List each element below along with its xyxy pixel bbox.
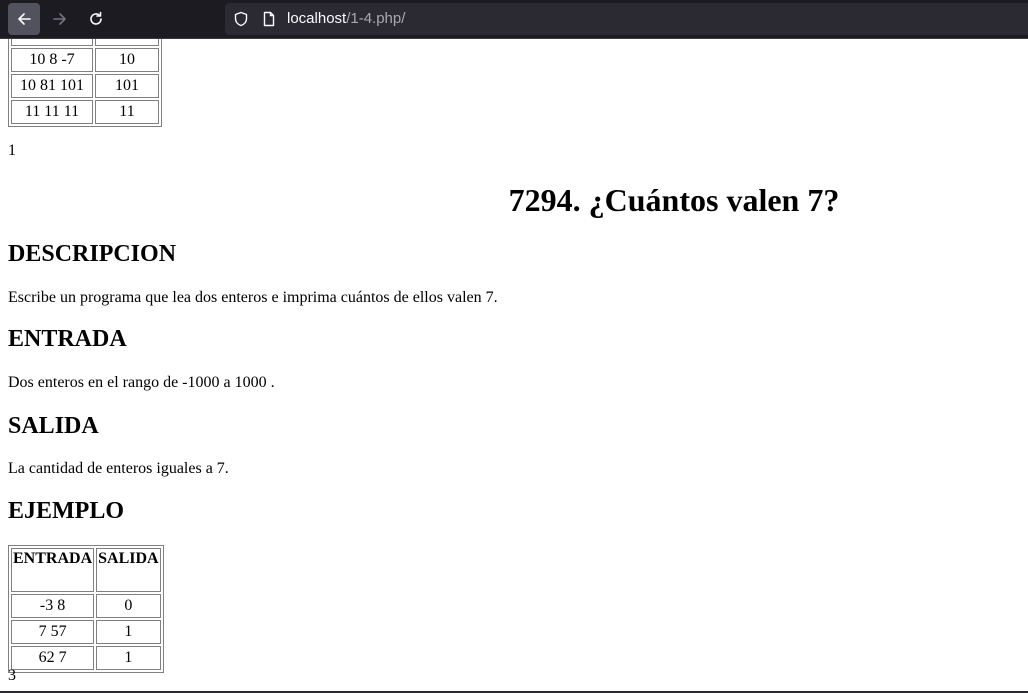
table-row (11, 39, 159, 46)
table-cell (95, 39, 159, 46)
table-cell: 10 (95, 48, 159, 72)
table-row: -3 8 0 (11, 594, 161, 618)
reload-button[interactable] (80, 3, 112, 35)
table-cell: 0 (96, 594, 161, 618)
salida-text: La cantidad de enteros iguales a 7. (8, 460, 229, 477)
reload-icon (90, 11, 102, 25)
forward-button[interactable] (44, 3, 76, 35)
table-cell: 1 (96, 620, 161, 644)
table-row: 10 8 -7 10 (11, 48, 159, 72)
previous-example-table: 10 8 -7 10 10 81 101 101 11 11 11 11 (8, 39, 162, 127)
descripcion-text: Escribe un programa que lea dos enteros … (8, 289, 498, 306)
column-header-salida: SALIDA (96, 548, 161, 592)
table-cell: 101 (95, 74, 159, 98)
table-cell: 10 81 101 (11, 74, 93, 98)
table-row: 10 81 101 101 (11, 74, 159, 98)
table-cell: 11 (95, 100, 159, 124)
descripcion-heading: DESCRIPCION (8, 241, 177, 267)
page-icon (261, 11, 277, 31)
entrada-text: Dos enteros en el rango de -1000 a 1000 … (8, 374, 275, 391)
url-path: /1-4.php/ (346, 10, 406, 27)
example-count: 3 (8, 667, 16, 684)
arrow-right-icon (53, 13, 66, 25)
table-cell (11, 39, 93, 46)
page-title: 7294. ¿Cuántos valen 7? (508, 182, 840, 218)
table-cell: 1 (96, 646, 161, 670)
table-row: 11 11 11 11 (11, 100, 159, 124)
shield-icon[interactable] (233, 11, 249, 31)
table-cell: -3 8 (11, 594, 95, 618)
page-content: 10 8 -7 10 10 81 101 101 11 11 11 11 1 7… (0, 39, 1028, 691)
column-header-entrada: ENTRADA (11, 548, 95, 592)
table-cell: 62 7 (11, 646, 95, 670)
table-cell: 10 8 -7 (11, 48, 93, 72)
url-host: localhost (287, 10, 347, 27)
salida-heading: SALIDA (8, 413, 99, 439)
url-text[interactable]: localhost/1-4.php/ (287, 10, 405, 28)
entrada-heading: ENTRADA (8, 326, 127, 352)
ejemplo-heading: EJEMPLO (8, 498, 125, 524)
arrow-left-icon (18, 13, 31, 25)
table-row: 62 7 1 (11, 646, 161, 670)
table-row: 7 57 1 (11, 620, 161, 644)
table-cell: 11 11 11 (11, 100, 93, 124)
address-bar[interactable]: localhost/1-4.php/ (225, 3, 1028, 35)
example-table: ENTRADA SALIDA -3 8 0 7 57 1 62 7 1 (8, 545, 164, 673)
back-button[interactable] (8, 3, 40, 35)
table-header-row: ENTRADA SALIDA (11, 548, 161, 592)
browser-toolbar: localhost/1-4.php/ (0, 0, 1028, 38)
previous-example-count: 1 (8, 142, 16, 159)
table-cell: 7 57 (11, 620, 95, 644)
